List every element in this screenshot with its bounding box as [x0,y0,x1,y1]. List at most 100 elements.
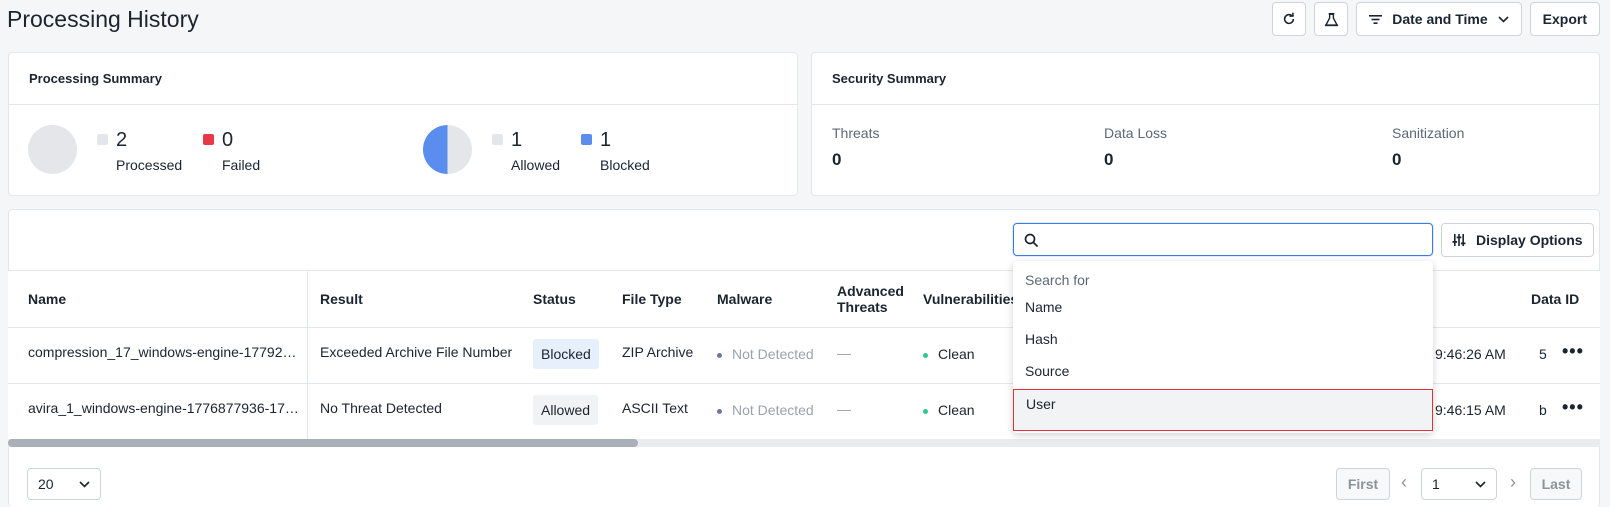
status-badge: Blocked [533,339,599,369]
allowed-swatch [492,134,503,145]
advanced-threats-header-line2: Threats [837,299,888,315]
row-malware-text: Not Detected [732,346,814,362]
export-button[interactable]: Export [1529,2,1600,36]
column-header-advanced-threats[interactable]: Advanced Threats [837,283,904,315]
row-data-id: b [1539,402,1547,418]
search-option-source[interactable]: Source [1013,355,1433,387]
search-option-user[interactable]: User [1013,389,1433,431]
threats-stat: Threats 0 [832,125,879,170]
threats-value: 0 [832,150,842,169]
row-result: Exceeded Archive File Number [320,344,513,360]
row-actions-icon[interactable]: ••• [1562,397,1584,418]
blocked-count: 1 [600,129,612,151]
row-name[interactable]: compression_17_windows-engine-17792… [28,344,298,360]
sliders-icon [1452,234,1466,246]
top-toolbar: Date and Time Export [1272,2,1600,36]
refresh-icon [1284,12,1295,25]
column-header-vulnerabilities[interactable]: Vulnerabilities [923,291,1018,307]
current-page-select[interactable]: 1 [1421,468,1497,500]
chevron-down-icon [1475,480,1486,488]
chevron-left-icon[interactable]: ‹ [1401,472,1407,493]
flask-icon [1324,12,1339,26]
row-time: 9:46:26 AM [1435,346,1506,362]
page-title: Processing History [7,6,199,32]
data-loss-stat: Data Loss 0 [1104,125,1167,170]
row-name[interactable]: avira_1_windows-engine-1776877936-17… [28,400,298,416]
status-dot-icon [717,352,722,358]
failed-swatch [203,134,214,145]
row-time: 9:46:15 AM [1435,402,1506,418]
date-time-filter-button[interactable]: Date and Time [1356,2,1522,36]
search-input[interactable] [1046,228,1426,252]
search-option-name[interactable]: Name [1013,291,1433,323]
column-header-name[interactable]: Name [28,291,66,307]
row-vulnerabilities: Clean [923,402,975,418]
processed-label: Processed [116,157,183,173]
row-vulnerabilities-text: Clean [938,402,975,418]
security-summary-card: Security Summary Threats 0 Data Loss 0 S… [811,52,1600,196]
processing-summary-card: Processing Summary 2 Processed 0 Failed … [8,52,798,196]
sanitization-label: Sanitization [1392,125,1465,141]
row-advanced-threats: — [837,345,851,361]
data-loss-label: Data Loss [1104,125,1168,141]
search-for-dropdown: Search for Name Hash Source User [1013,261,1433,433]
column-header-file-type[interactable]: File Type [622,291,682,307]
column-divider [307,270,308,440]
search-for-header: Search for [1025,272,1090,288]
row-data-id: 5 [1539,346,1547,362]
allowed-count: 1 [511,129,523,151]
allowed-blocked-donut-chart [423,125,472,174]
first-page-button[interactable]: First [1336,468,1390,500]
processed-count: 2 [116,129,128,151]
column-header-status[interactable]: Status [533,291,576,307]
row-malware: Not Detected [717,346,814,362]
processed-swatch [97,134,108,145]
column-header-malware[interactable]: Malware [717,291,772,307]
clean-dot-icon [923,408,928,414]
row-advanced-threats: — [837,401,851,417]
filter-icon [1369,14,1383,24]
search-box[interactable] [1013,223,1433,256]
blocked-label: Blocked [600,157,650,173]
processing-summary-title: Processing Summary [9,53,797,105]
row-result: No Threat Detected [320,400,442,416]
column-header-data-id[interactable]: Data ID [1531,291,1579,307]
processed-donut-chart [28,125,77,174]
date-time-filter-label: Date and Time [1392,11,1488,27]
advanced-threats-header-line1: Advanced [837,283,904,299]
row-malware-text: Not Detected [732,402,814,418]
allowed-label: Allowed [511,157,561,173]
last-page-button[interactable]: Last [1530,468,1582,500]
chevron-down-icon [79,480,90,488]
blocked-swatch [581,134,592,145]
data-loss-value: 0 [1104,150,1114,169]
refresh-button[interactable] [1272,2,1307,36]
chevron-down-icon [1498,15,1509,23]
threats-label: Threats [832,125,880,141]
current-page-value: 1 [1432,476,1440,492]
flask-button[interactable] [1314,2,1349,36]
display-options-label: Display Options [1476,232,1583,248]
row-file-type: ASCII Text [622,400,688,416]
security-summary-title: Security Summary [812,53,1599,105]
page-size-select[interactable]: 20 [27,468,101,500]
display-options-button[interactable]: Display Options [1441,223,1594,257]
search-option-hash[interactable]: Hash [1013,323,1433,355]
row-actions-icon[interactable]: ••• [1562,341,1584,362]
row-vulnerabilities: Clean [923,346,975,362]
row-vulnerabilities-text: Clean [938,346,975,362]
failed-count: 0 [222,129,234,151]
column-header-result[interactable]: Result [320,291,363,307]
status-dot-icon [717,408,722,414]
clean-dot-icon [923,352,928,358]
horizontal-scrollbar-thumb[interactable] [8,439,638,447]
page-size-value: 20 [38,476,54,492]
status-badge: Allowed [533,395,599,425]
sanitization-stat: Sanitization 0 [1392,125,1464,170]
chevron-right-icon[interactable]: › [1510,472,1516,493]
row-malware: Not Detected [717,402,814,418]
sanitization-value: 0 [1392,150,1402,169]
search-icon [1024,233,1038,247]
row-file-type: ZIP Archive [622,344,694,360]
failed-label: Failed [222,157,261,173]
